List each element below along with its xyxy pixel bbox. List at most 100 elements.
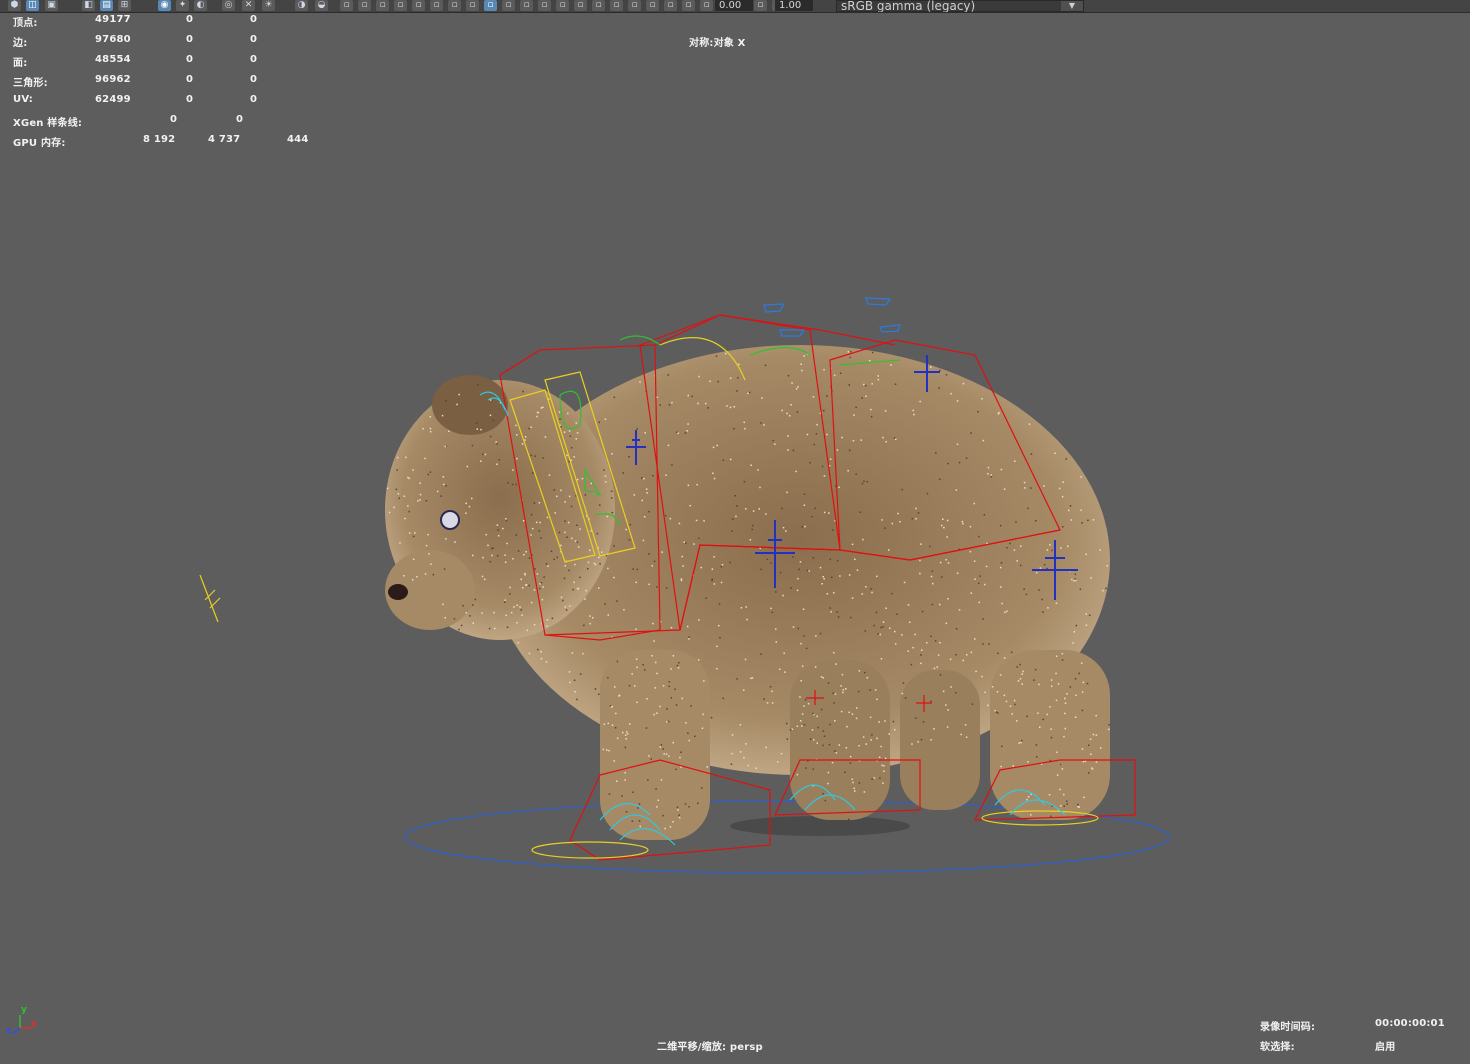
fur-strand (585, 589, 587, 592)
fur-strand (766, 558, 769, 561)
fur-strand (688, 806, 690, 808)
fur-strand (826, 433, 828, 436)
fur-strand (1102, 589, 1104, 592)
fur-strand (598, 587, 600, 589)
fur-strand (1088, 772, 1090, 774)
back-flag-1[interactable] (763, 303, 786, 313)
fur-strand (842, 689, 844, 691)
bear-front-leg-right (790, 660, 890, 820)
fur-strand (629, 524, 631, 526)
fur-strand (662, 814, 664, 817)
fur-strand (684, 432, 687, 434)
viewport-canvas[interactable] (0, 0, 1470, 1064)
fur-strand (530, 601, 533, 604)
fur-strand (454, 541, 456, 543)
fur-strand (1020, 741, 1022, 744)
fur-strand (625, 811, 628, 813)
fur-strand (939, 369, 941, 372)
front-paw-ring-yellow[interactable] (531, 841, 649, 859)
hand-control-yellow[interactable] (199, 574, 221, 623)
fur-strand (808, 570, 810, 572)
fur-strand (801, 665, 804, 667)
fur-strand (945, 559, 947, 561)
fur-strand (608, 749, 610, 752)
fur-strand (668, 685, 670, 688)
fur-strand (907, 650, 909, 652)
fur-strand (694, 735, 696, 738)
fur-strand (610, 497, 613, 499)
fur-strand (666, 708, 668, 710)
fur-strand (848, 574, 851, 576)
fur-strand (748, 391, 751, 394)
fur-strand (716, 667, 718, 670)
fur-strand (734, 495, 736, 497)
fur-strand (965, 736, 968, 738)
camera-label: 二维平移/缩放: persp (657, 1042, 763, 1053)
fur-strand (540, 657, 543, 660)
fur-strand (566, 454, 568, 457)
fur-strand (859, 511, 862, 513)
fur-strand (546, 619, 549, 621)
fur-strand (841, 673, 844, 676)
fur-strand (866, 480, 869, 483)
fur-strand (856, 569, 859, 571)
fur-strand (782, 594, 784, 597)
fur-strand (800, 680, 802, 682)
fur-strand (522, 587, 524, 589)
fur-strand (828, 512, 830, 514)
fur-strand (904, 697, 907, 699)
fur-strand (541, 598, 544, 601)
fur-strand (412, 469, 414, 471)
spine-curve[interactable] (654, 314, 896, 346)
fur-strand (569, 605, 571, 607)
fur-strand (885, 607, 887, 609)
back-flag-3[interactable] (879, 324, 901, 333)
fur-strand (851, 543, 854, 546)
fur-strand (888, 733, 890, 735)
fur-strand (711, 568, 714, 570)
fur-strand (635, 658, 638, 660)
fur-strand (827, 771, 830, 774)
fur-strand (1026, 798, 1028, 801)
fur-strand (636, 568, 639, 571)
fur-strand (546, 516, 549, 519)
fur-strand (599, 563, 601, 565)
fur-strand (962, 382, 965, 385)
fur-strand (1061, 652, 1064, 655)
fur-strand (610, 490, 613, 492)
fur-strand (868, 360, 871, 362)
fur-strand (1056, 774, 1059, 776)
fur-strand (961, 520, 964, 523)
fur-strand (688, 638, 690, 640)
fur-strand (685, 542, 687, 544)
fur-strand (1087, 519, 1089, 522)
fur-strand (1038, 683, 1040, 686)
fur-strand (1063, 805, 1065, 807)
fur-strand (815, 433, 818, 435)
fur-strand (982, 643, 984, 645)
fur-strand (636, 428, 638, 430)
fur-strand (1050, 736, 1053, 739)
fur-strand (950, 392, 952, 395)
back-flag-2[interactable] (865, 297, 892, 306)
fur-strand (1061, 768, 1064, 770)
fur-strand (705, 402, 707, 405)
fur-strand (749, 539, 752, 541)
fur-strand (535, 521, 538, 524)
fur-strand (803, 705, 805, 707)
fur-strand (920, 738, 923, 741)
fur-strand (611, 705, 613, 708)
fur-strand (840, 685, 842, 687)
fur-strand (517, 550, 520, 552)
fur-strand (715, 355, 718, 357)
fur-strand (1030, 453, 1033, 455)
axis-label-z: z (6, 1026, 12, 1036)
fur-strand (1085, 624, 1088, 626)
fur-strand (955, 628, 958, 630)
fur-strand (516, 457, 518, 460)
fur-strand (429, 471, 432, 473)
fur-strand (419, 482, 421, 484)
back-flag-4[interactable] (779, 329, 806, 337)
fur-strand (740, 607, 743, 609)
fur-strand (577, 587, 580, 590)
